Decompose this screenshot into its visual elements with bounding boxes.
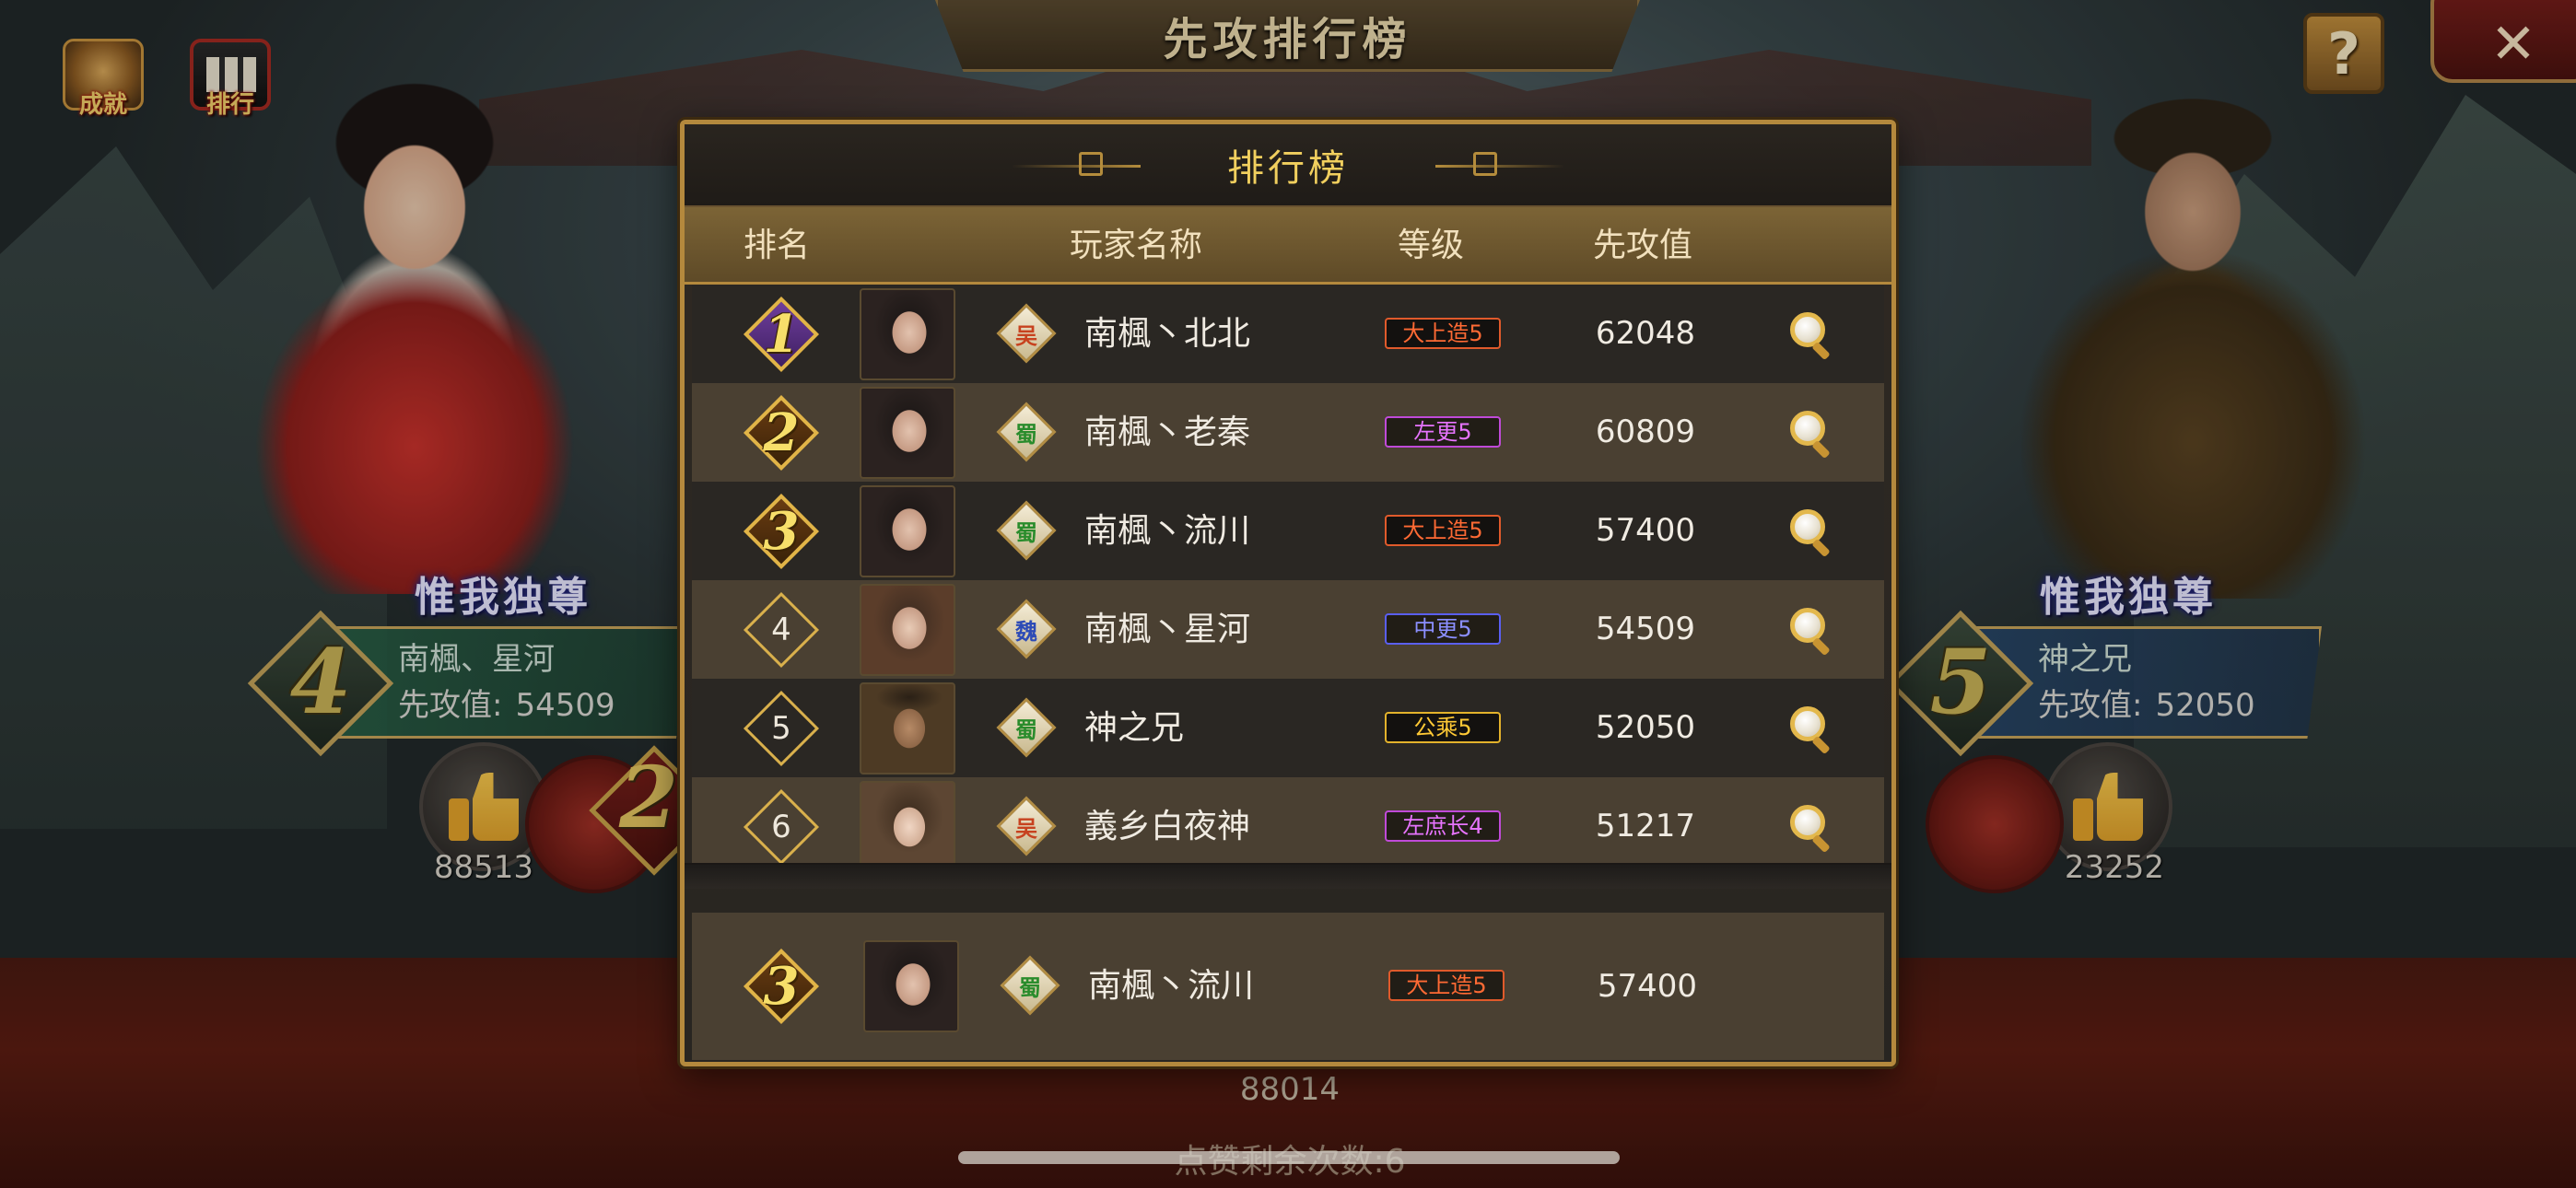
col-rank: 排名 bbox=[743, 227, 810, 264]
rank-title-badge: 大上造5 bbox=[1388, 970, 1505, 1001]
table-row[interactable]: 5 蜀 神之兄 公乘5 52050 bbox=[692, 679, 1884, 777]
home-indicator[interactable] bbox=[958, 1151, 1620, 1164]
rank-title-badge: 大上造5 bbox=[1385, 318, 1501, 349]
attack-value: 51217 bbox=[1595, 808, 1696, 844]
col-player-name: 玩家名称 bbox=[1069, 227, 1202, 264]
attack-value: 57400 bbox=[1595, 512, 1696, 549]
player-name: 南楓丶流川 bbox=[1084, 512, 1251, 550]
avatar[interactable] bbox=[860, 584, 955, 676]
header-ornament-left bbox=[1012, 165, 1141, 168]
kingdom-icon: 魏 bbox=[996, 599, 1057, 659]
panel-header: 排行榜 bbox=[685, 124, 1891, 207]
avatar[interactable] bbox=[863, 940, 959, 1032]
column-header: 排名 玩家名称 等级 先攻值 bbox=[685, 207, 1891, 285]
list-divider bbox=[685, 863, 1891, 889]
magnifier-icon[interactable] bbox=[1786, 606, 1834, 657]
magnifier-icon[interactable] bbox=[1786, 507, 1834, 558]
rank-badge: 6 bbox=[743, 788, 820, 863]
kingdom-icon: 吴 bbox=[996, 303, 1057, 364]
avatar[interactable] bbox=[860, 485, 955, 577]
leaderboard-panel: 排行榜 排名 玩家名称 等级 先攻值 1 吴 南楓丶北北 大上造5 62048 … bbox=[680, 120, 1896, 1066]
table-row[interactable]: 3 蜀 南楓丶流川 大上造5 57400 bbox=[692, 482, 1884, 580]
kingdom-icon: 蜀 bbox=[996, 500, 1057, 561]
ranking-list[interactable]: 1 吴 南楓丶北北 大上造5 62048 2 蜀 南楓丶老秦 左更5 60809… bbox=[692, 285, 1884, 863]
player-name: 神之兄 bbox=[1084, 709, 1185, 747]
rank-medal: 2 bbox=[743, 394, 820, 472]
kingdom-icon: 吴 bbox=[996, 796, 1057, 856]
attack-value: 52050 bbox=[1595, 709, 1696, 746]
attack-value: 62048 bbox=[1595, 315, 1696, 352]
rank-badge: 5 bbox=[743, 690, 820, 767]
player-name: 南楓丶星河 bbox=[1084, 611, 1251, 648]
rank-title-badge: 中更5 bbox=[1385, 613, 1501, 645]
kingdom-icon: 蜀 bbox=[996, 402, 1057, 462]
avatar[interactable] bbox=[860, 682, 955, 775]
attack-value: 57400 bbox=[1597, 968, 1698, 1005]
player-name: 義乡白夜神 bbox=[1084, 808, 1251, 845]
rank-title-badge: 左更5 bbox=[1385, 416, 1501, 448]
table-row[interactable]: 6 吴 義乡白夜神 左庶长4 51217 bbox=[692, 777, 1884, 863]
player-name: 南楓丶老秦 bbox=[1084, 413, 1251, 451]
table-row[interactable]: 1 吴 南楓丶北北 大上造5 62048 bbox=[692, 285, 1884, 383]
attack-value: 54509 bbox=[1595, 611, 1696, 647]
rank-medal: 3 bbox=[743, 948, 820, 1025]
rank-title-badge: 大上造5 bbox=[1385, 515, 1501, 546]
col-level: 等级 bbox=[1397, 227, 1464, 264]
kingdom-icon: 蜀 bbox=[1000, 955, 1060, 1016]
table-row[interactable]: 4 魏 南楓丶星河 中更5 54509 bbox=[692, 580, 1884, 679]
rank-medal: 1 bbox=[743, 296, 820, 373]
table-row[interactable]: 2 蜀 南楓丶老秦 左更5 60809 bbox=[692, 383, 1884, 482]
avatar[interactable] bbox=[860, 781, 955, 863]
knot-ornament-right bbox=[1473, 152, 1497, 176]
magnifier-icon[interactable] bbox=[1786, 310, 1834, 361]
panel-title: 排行榜 bbox=[1227, 147, 1349, 190]
avatar[interactable] bbox=[860, 387, 955, 479]
header-ornament-right bbox=[1435, 165, 1564, 168]
player-name: 南楓丶流川 bbox=[1088, 967, 1255, 1005]
magnifier-icon[interactable] bbox=[1786, 409, 1834, 460]
knot-ornament-left bbox=[1079, 152, 1103, 176]
rank-badge: 4 bbox=[743, 591, 820, 669]
kingdom-icon: 蜀 bbox=[996, 697, 1057, 758]
player-name: 南楓丶北北 bbox=[1084, 315, 1251, 353]
rank-medal: 3 bbox=[743, 493, 820, 570]
attack-value: 60809 bbox=[1595, 413, 1696, 450]
magnifier-icon[interactable] bbox=[1786, 705, 1834, 755]
magnifier-icon[interactable] bbox=[1786, 803, 1834, 854]
col-value: 先攻值 bbox=[1592, 227, 1692, 264]
rank-title-badge: 公乘5 bbox=[1385, 712, 1501, 743]
rank-title-badge: 左庶长4 bbox=[1385, 810, 1501, 842]
my-rank-row: 3 蜀 南楓丶流川 大上造5 57400 bbox=[692, 913, 1884, 1060]
avatar[interactable] bbox=[860, 288, 955, 380]
